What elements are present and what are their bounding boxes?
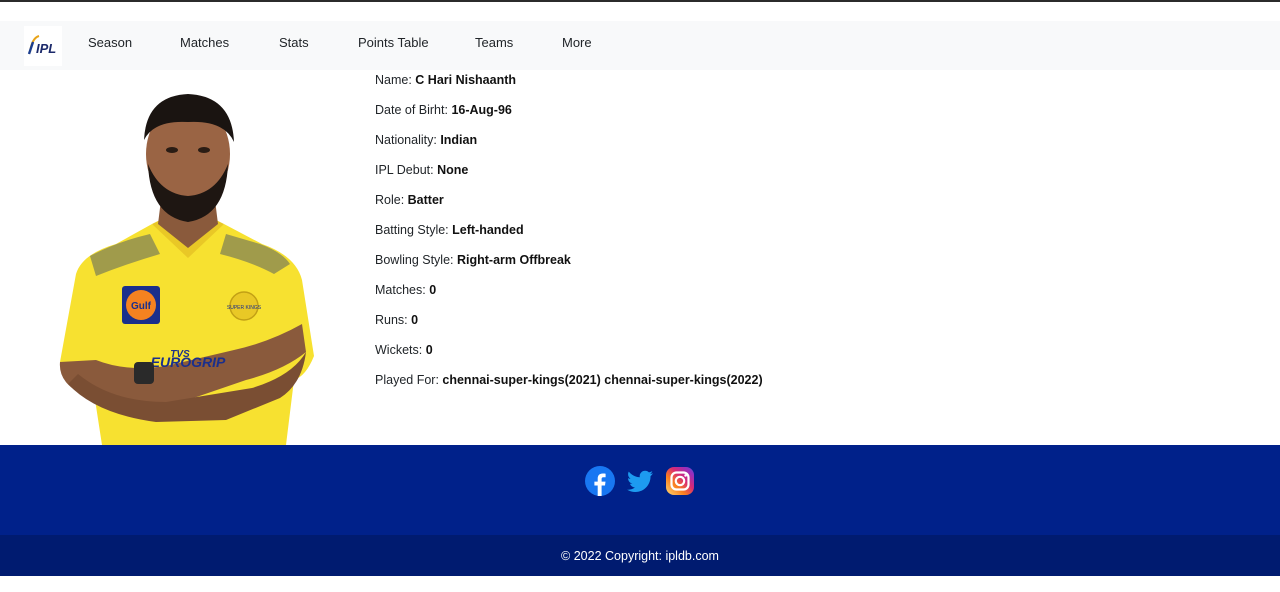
info-name: Name: C Hari Nishaanth bbox=[375, 73, 517, 87]
ipl-logo[interactable]: IPL bbox=[24, 26, 62, 66]
ipl-logo-icon: IPL bbox=[27, 35, 56, 56]
top-border bbox=[0, 0, 1280, 2]
player-photo: Gulf SUPER KINGS TVS EUROGRIP bbox=[56, 84, 318, 445]
svg-text:SUPER KINGS: SUPER KINGS bbox=[227, 305, 262, 311]
info-nationality: Nationality: Indian bbox=[375, 133, 478, 147]
navbar: IPL Season Matches Stats Points Table Te… bbox=[0, 21, 1280, 70]
info-bowling-style: Bowling Style: Right-arm Offbreak bbox=[375, 253, 571, 267]
social-links bbox=[585, 466, 695, 496]
nav-stats[interactable]: Stats bbox=[279, 21, 309, 70]
nav-season[interactable]: Season bbox=[88, 21, 132, 70]
twitter-icon[interactable] bbox=[625, 466, 655, 496]
player-info: Name: C Hari Nishaanth Date of Birht: 16… bbox=[375, 73, 763, 403]
info-batting-style: Batting Style: Left-handed bbox=[375, 223, 524, 237]
svg-text:EUROGRIP: EUROGRIP bbox=[151, 354, 226, 370]
info-role: Role: Batter bbox=[375, 193, 444, 207]
info-wickets: Wickets: 0 bbox=[375, 343, 433, 357]
nav-teams[interactable]: Teams bbox=[475, 21, 513, 70]
instagram-icon[interactable] bbox=[665, 466, 695, 496]
copyright: © 2022 Copyright: ipldb.com bbox=[0, 535, 1280, 576]
nav-more[interactable]: More bbox=[562, 21, 592, 70]
svg-text:IPL: IPL bbox=[36, 41, 56, 56]
svg-text:Gulf: Gulf bbox=[131, 301, 152, 312]
nav-points-table[interactable]: Points Table bbox=[358, 21, 429, 70]
nav-matches[interactable]: Matches bbox=[180, 21, 229, 70]
info-ipl-debut: IPL Debut: None bbox=[375, 163, 469, 177]
info-matches: Matches: 0 bbox=[375, 283, 437, 297]
info-dob: Date of Birht: 16-Aug-96 bbox=[375, 103, 512, 117]
facebook-icon[interactable] bbox=[585, 466, 615, 496]
info-runs: Runs: 0 bbox=[375, 313, 419, 327]
footer bbox=[0, 445, 1280, 535]
info-played-for: Played For: chennai-super-kings(2021) ch… bbox=[375, 373, 763, 387]
